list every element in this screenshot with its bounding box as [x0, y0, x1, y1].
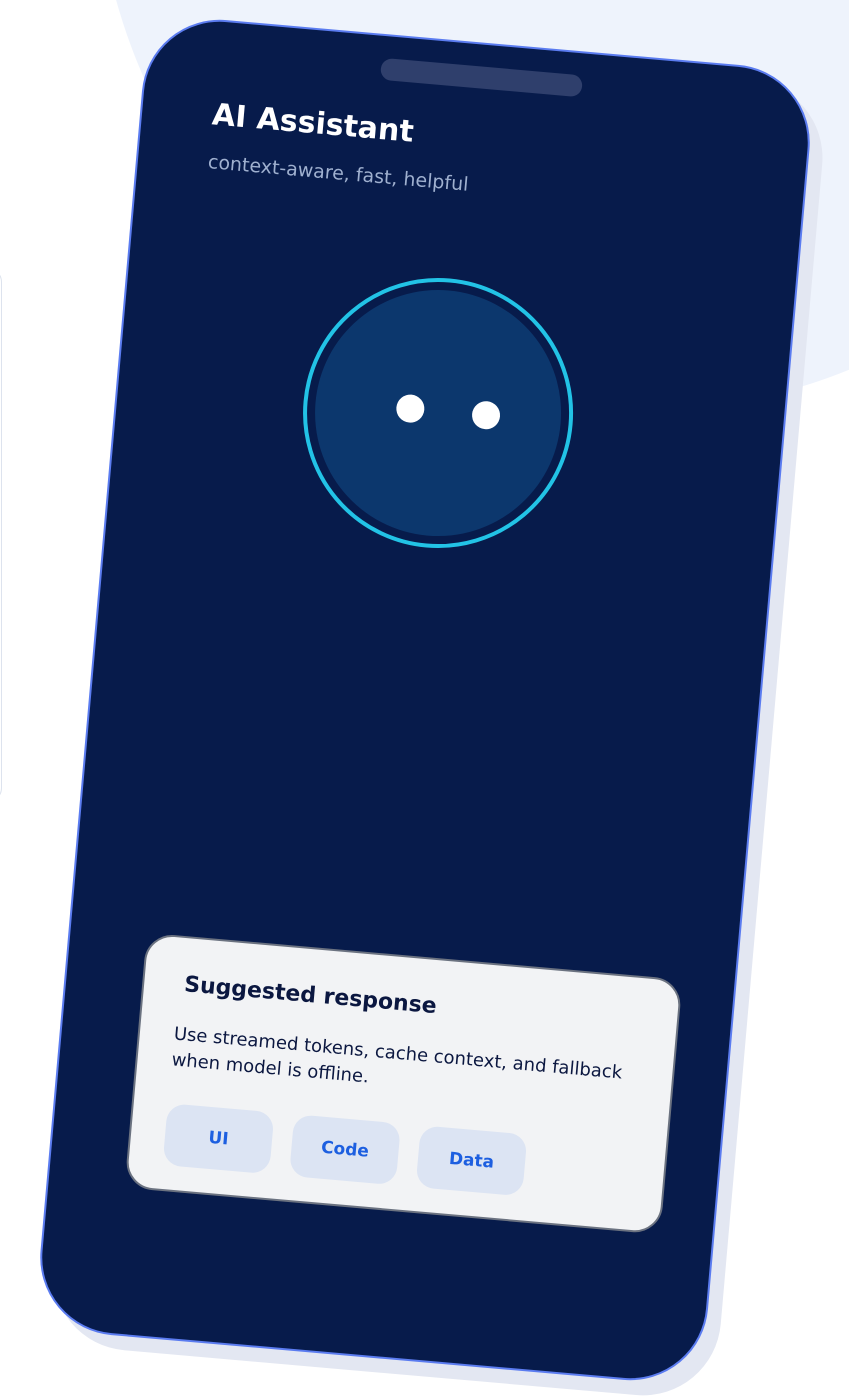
phone-mockup: AI Assistant context-aware, fast, helpfu… — [33, 13, 829, 1397]
page-canvas: AI Assistant context-aware, fast, helpfu… — [0, 0, 849, 1397]
suggested-response-title: Suggested response — [183, 972, 438, 1020]
suggestion-chip-group: UI Code Data — [162, 1103, 528, 1197]
app-subtitle: context-aware, fast, helpful — [207, 151, 470, 196]
avatar-right-eye-icon — [470, 400, 502, 431]
offscreen-side-panel — [0, 268, 2, 802]
assistant-avatar-face — [304, 279, 572, 547]
avatar-left-eye-icon — [395, 393, 426, 424]
app-title: AI Assistant — [210, 97, 416, 150]
phone-screen: AI Assistant context-aware, fast, helpfu… — [33, 13, 817, 1387]
chip-ui[interactable]: UI — [162, 1103, 275, 1175]
suggested-response-body: Use streamed tokens, cache context, and … — [170, 1023, 624, 1088]
chip-code[interactable]: Code — [289, 1114, 401, 1186]
assistant-avatar[interactable] — [291, 266, 585, 560]
chip-data[interactable]: Data — [415, 1125, 528, 1197]
phone-notch — [379, 57, 584, 98]
suggested-response-card: Suggested response Use streamed tokens, … — [124, 932, 683, 1235]
